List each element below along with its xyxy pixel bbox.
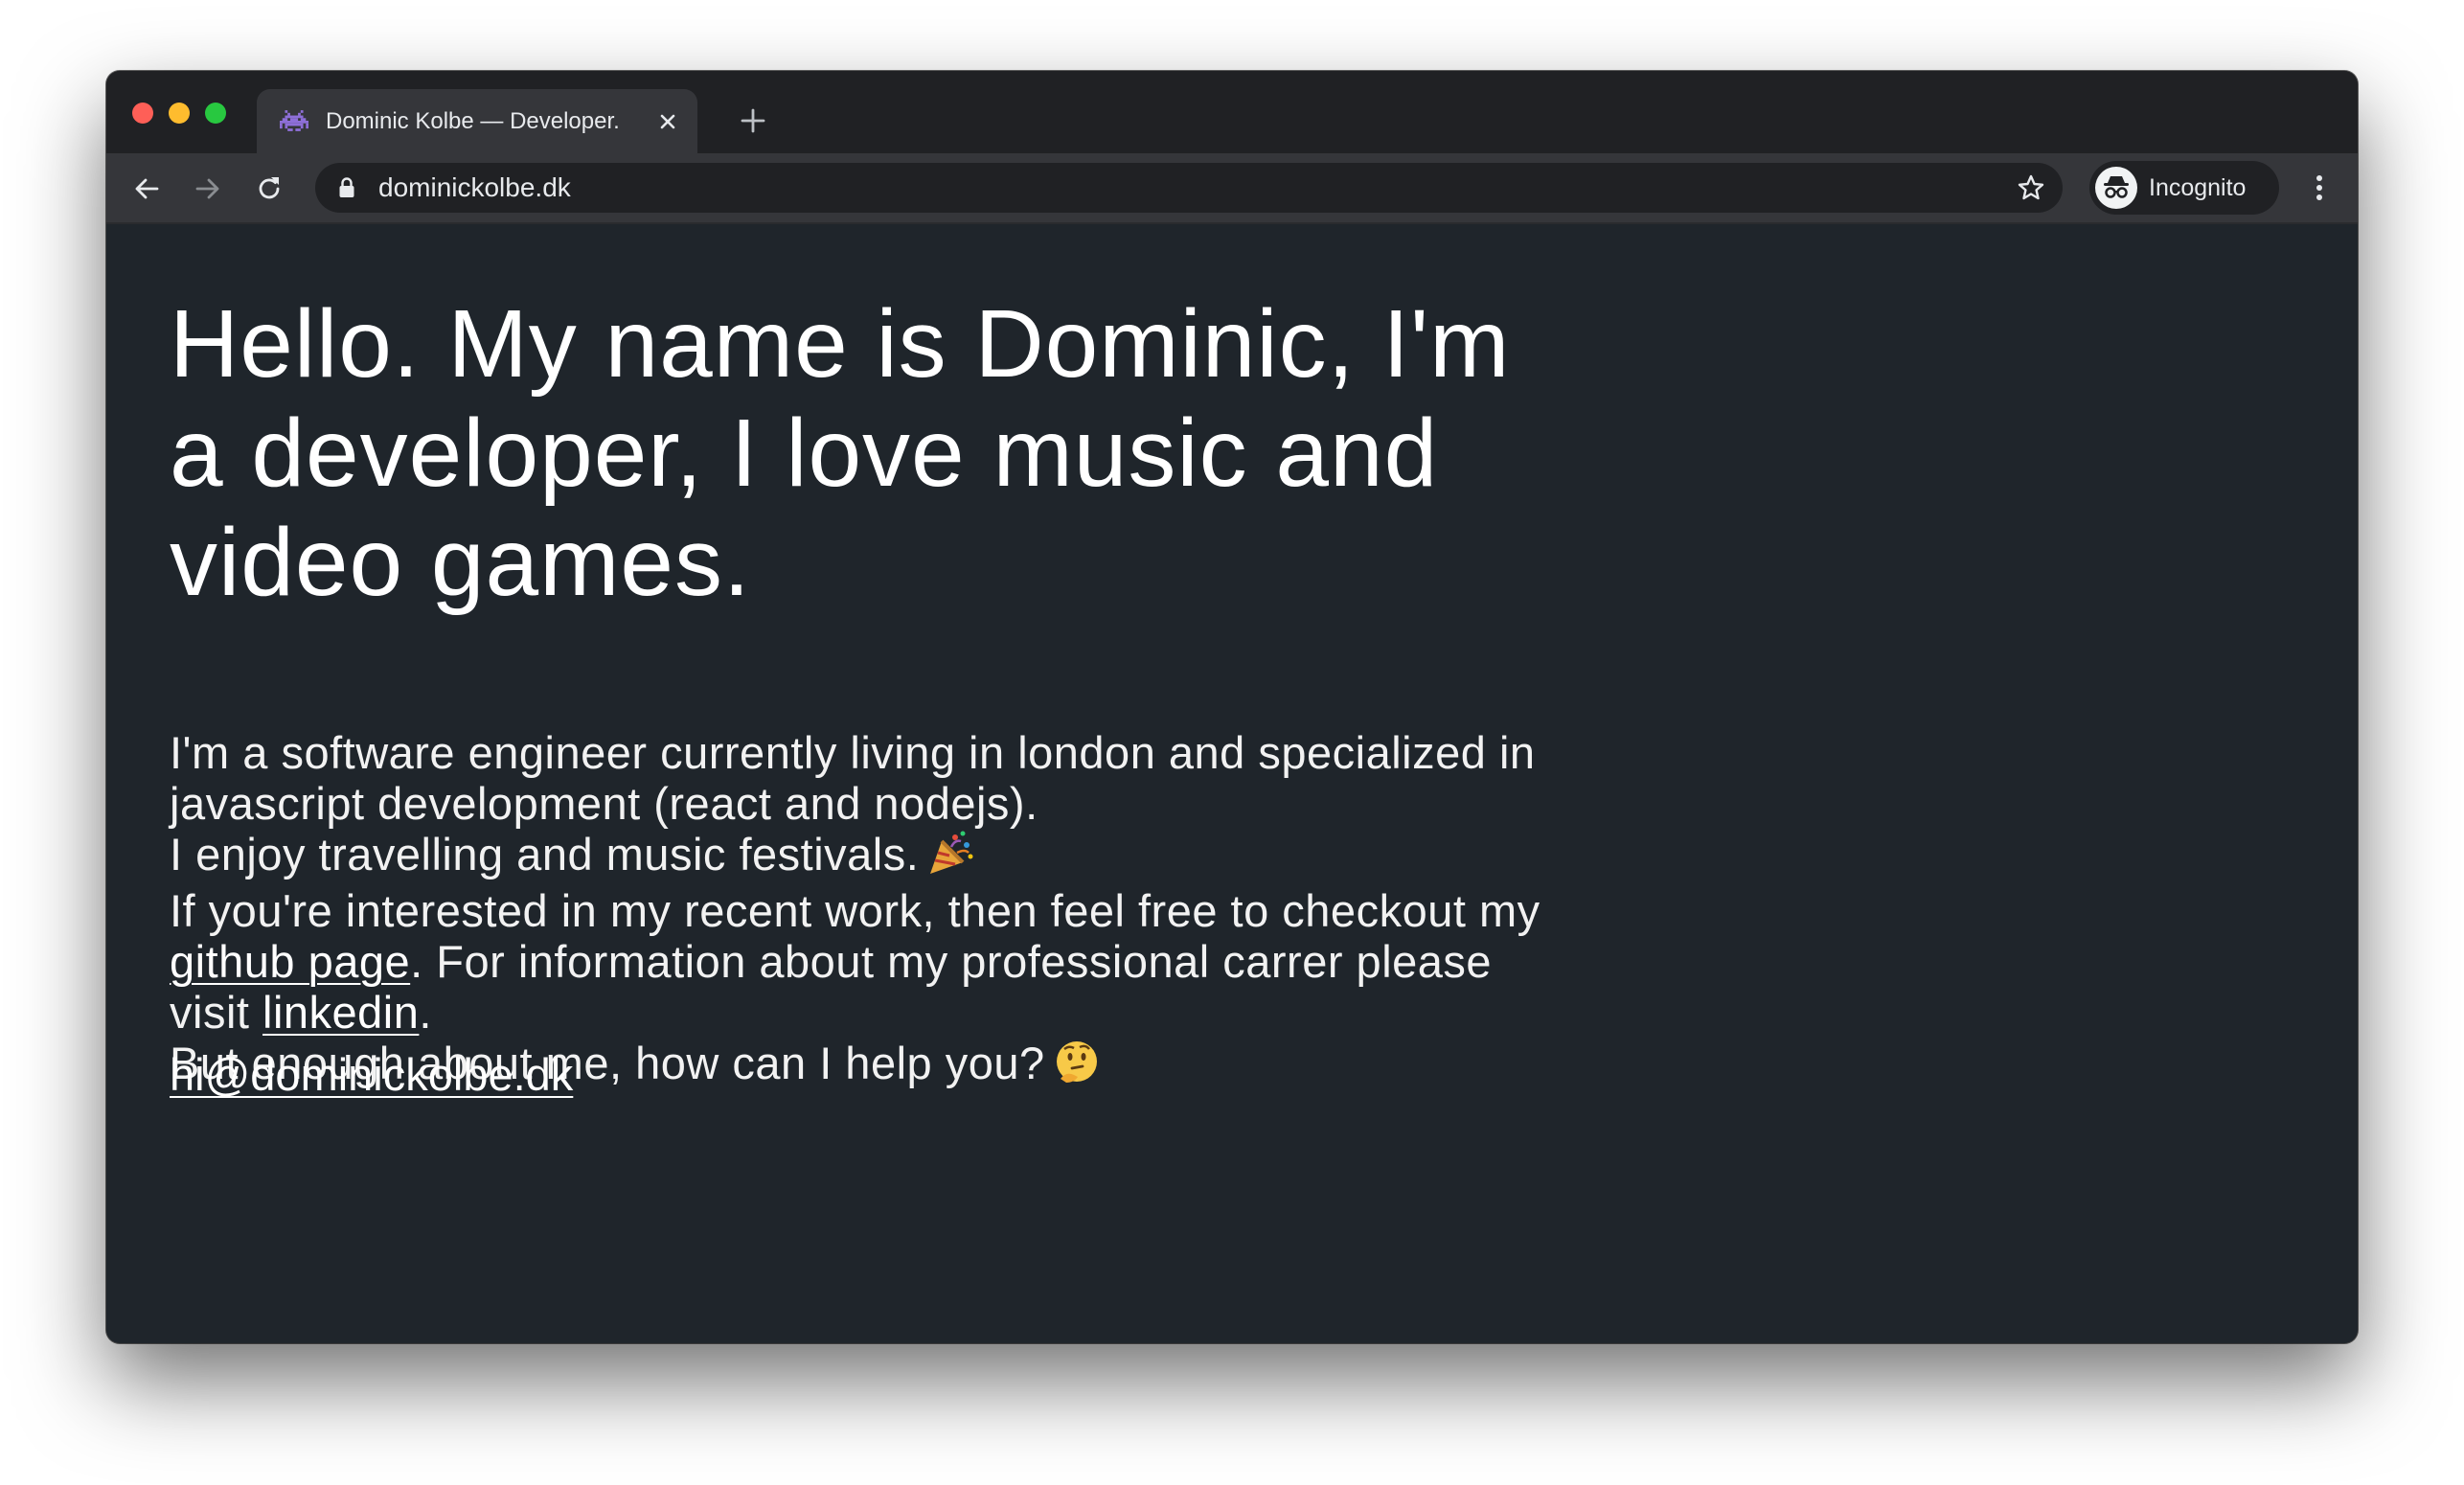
new-tab-icon[interactable] (740, 107, 766, 134)
browser-window: Dominic Kolbe — Developer. dominickolbe.… (106, 71, 2358, 1343)
contact-email: hi@dominickolbe.dk (170, 1046, 573, 1104)
thinking-face-icon (1056, 1041, 1097, 1083)
minimize-window-button[interactable] (169, 103, 190, 124)
close-window-button[interactable] (132, 103, 153, 124)
title-bar: Dominic Kolbe — Developer. (106, 71, 2358, 153)
email-link[interactable]: hi@dominickolbe.dk (170, 1049, 573, 1100)
bio-intro: I'm a software engineer currently living… (170, 727, 1536, 829)
incognito-label: Incognito (2149, 174, 2247, 201)
maximize-window-button[interactable] (205, 103, 226, 124)
bio-hobbies-text: I enjoy travelling and music festivals. (170, 829, 920, 880)
party-popper-icon (930, 831, 973, 874)
browser-tab[interactable]: Dominic Kolbe — Developer. (257, 89, 697, 153)
linkedin-link[interactable]: linkedin (262, 987, 419, 1038)
close-tab-icon[interactable] (655, 109, 680, 134)
space-invader-icon (280, 110, 308, 131)
bookmark-star-icon[interactable] (2017, 173, 2045, 202)
forward-arrow-icon[interactable] (193, 173, 223, 204)
tab-title: Dominic Kolbe — Developer. (326, 108, 620, 134)
more-menu-icon[interactable] (2310, 172, 2329, 203)
bio-work: If you're interested in my recent work, … (170, 885, 1568, 1038)
incognito-indicator[interactable]: Incognito (2089, 161, 2279, 215)
page-content: Hello. My name is Dominic, I'm a develop… (106, 224, 2358, 1343)
page-headline: Hello. My name is Dominic, I'm a develop… (170, 290, 1511, 616)
bio-hobbies: I enjoy travelling and music festivals. (170, 829, 1568, 880)
incognito-avatar (2095, 167, 2137, 209)
back-arrow-icon[interactable] (131, 173, 162, 204)
lock-icon (339, 177, 354, 197)
bio-work-text-3: . (419, 987, 432, 1038)
reload-icon[interactable] (254, 173, 285, 204)
github-link[interactable]: github page (170, 936, 410, 987)
browser-toolbar: dominickolbe.dk Incognito (106, 153, 2358, 224)
url-text: dominickolbe.dk (378, 172, 571, 202)
address-bar[interactable]: dominickolbe.dk (315, 163, 2063, 213)
bio-work-text-1: If you're interested in my recent work, … (170, 885, 1540, 936)
incognito-icon (2104, 176, 2129, 198)
bio-section: I'm a software engineer currently living… (170, 727, 1568, 1088)
